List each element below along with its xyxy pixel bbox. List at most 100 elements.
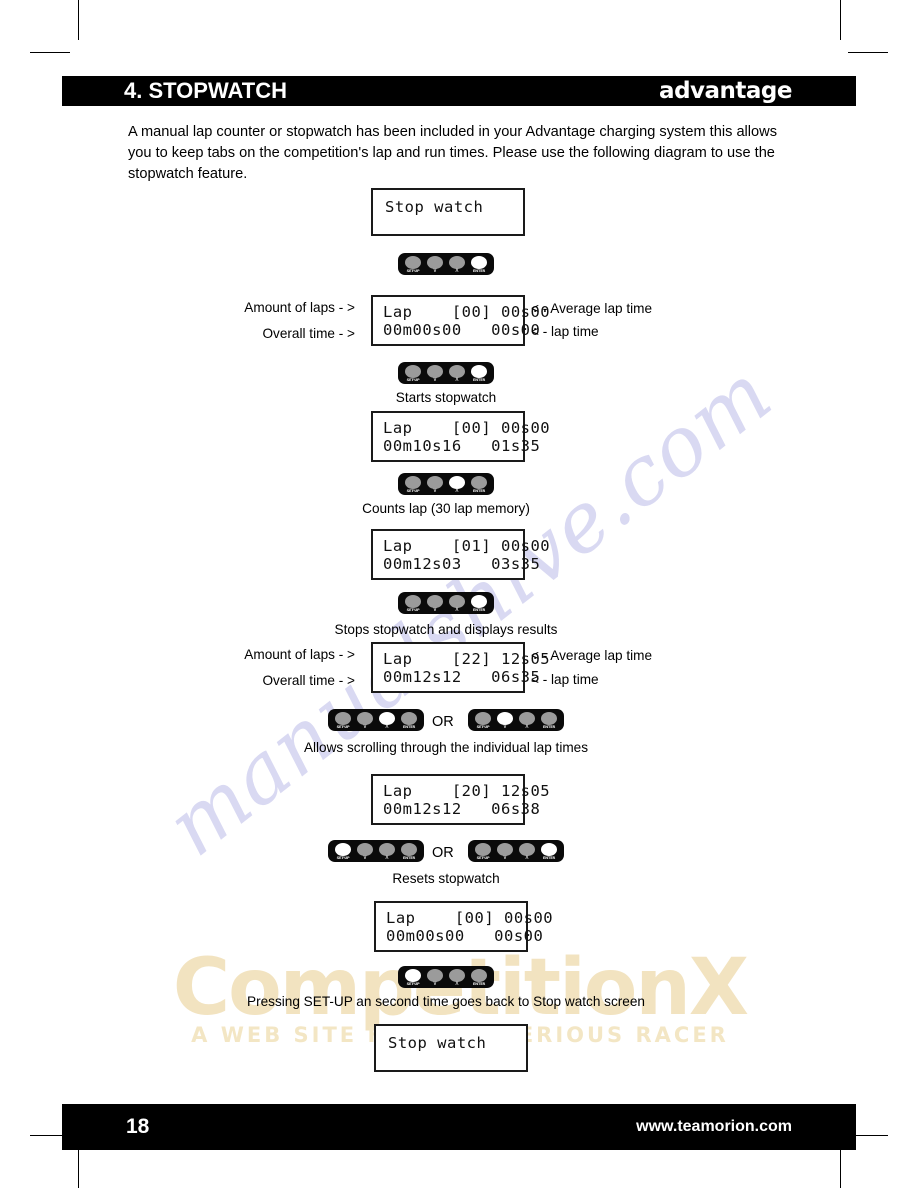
- lcd-screen-stopwatch-title-end: Stop watch: [374, 1024, 528, 1072]
- button-setup-cap: [405, 256, 421, 269]
- button-panel-1[interactable]: SET-UP ∨ ∧ ENTER: [398, 253, 494, 275]
- button-enter[interactable]: ENTER: [471, 256, 488, 274]
- button-down[interactable]: ∨: [427, 256, 444, 274]
- lcd-screen-running: Lap [00] 00s00 00m10s16 01s35: [371, 411, 550, 462]
- button-enter-label: ENTER: [472, 269, 486, 273]
- chevron-down-icon: ∨: [362, 855, 368, 861]
- button-down[interactable]: ∨: [427, 595, 444, 613]
- button-enter[interactable]: ENTER: [401, 843, 418, 861]
- button-panel-5a[interactable]: SET-UP ∨ ∧ ENTER: [328, 709, 424, 731]
- button-setup-cap: [335, 712, 351, 725]
- button-panel-3[interactable]: SET-UP ∨ ∧ ENTER: [398, 473, 494, 495]
- button-up[interactable]: ∧: [379, 712, 396, 730]
- button-panel-6a[interactable]: SET-UP ∨ ∧ ENTER: [328, 840, 424, 862]
- chevron-down-icon: ∨: [502, 855, 508, 861]
- button-setup[interactable]: SET-UP: [405, 969, 422, 987]
- button-setup-cap: [405, 969, 421, 982]
- annotation-average-lap-time-1: < - Average lap time: [531, 301, 653, 316]
- crop-mark-top-left-vertical: [78, 0, 79, 40]
- lcd-line-1: Stop watch: [388, 1034, 487, 1052]
- button-panel-4[interactable]: SET-UP ∨ ∧ ENTER: [398, 592, 494, 614]
- page-title: 4. STOPWATCH: [124, 78, 287, 103]
- chevron-down-icon: ∨: [502, 724, 508, 730]
- caption-allows-scrolling: Allows scrolling through the individual …: [303, 740, 589, 755]
- button-panel-7[interactable]: SET-UP ∨ ∧ ENTER: [398, 966, 494, 988]
- button-down[interactable]: ∨: [427, 969, 444, 987]
- button-setup[interactable]: SET-UP: [475, 843, 492, 861]
- button-enter-cap: [471, 595, 487, 608]
- button-setup-label: SET-UP: [406, 608, 420, 612]
- button-up[interactable]: ∧: [519, 843, 536, 861]
- button-enter-cap: [471, 365, 487, 378]
- button-setup[interactable]: SET-UP: [405, 595, 422, 613]
- chevron-up-icon: ∧: [454, 607, 460, 613]
- button-enter[interactable]: ENTER: [401, 712, 418, 730]
- lcd-line-2: 00m12s12 06s35: [383, 668, 541, 686]
- button-enter[interactable]: ENTER: [471, 365, 488, 383]
- lcd-line-2: 00m12s03 03s35: [383, 555, 541, 573]
- lcd-line-1: Lap [00] 00s00: [383, 303, 551, 321]
- button-up[interactable]: ∧: [449, 365, 466, 383]
- chevron-up-icon: ∧: [454, 488, 460, 494]
- button-setup[interactable]: SET-UP: [405, 476, 422, 494]
- annotation-average-lap-time-2: < - Average lap time: [531, 648, 653, 663]
- button-up[interactable]: ∧: [449, 595, 466, 613]
- button-enter[interactable]: ENTER: [471, 595, 488, 613]
- button-setup-cap: [405, 595, 421, 608]
- button-enter-label: ENTER: [542, 725, 556, 729]
- button-panel-2[interactable]: SET-UP ∨ ∧ ENTER: [398, 362, 494, 384]
- button-setup[interactable]: SET-UP: [335, 843, 352, 861]
- chevron-up-icon: ∧: [384, 724, 390, 730]
- button-setup-label: SET-UP: [476, 725, 490, 729]
- chevron-up-icon: ∧: [384, 855, 390, 861]
- chevron-up-icon: ∧: [454, 377, 460, 383]
- button-enter-cap: [401, 712, 417, 725]
- button-enter-label: ENTER: [542, 856, 556, 860]
- or-label-2: OR: [432, 845, 454, 861]
- or-label-1: OR: [432, 714, 454, 730]
- button-up[interactable]: ∧: [379, 843, 396, 861]
- button-enter[interactable]: ENTER: [541, 712, 558, 730]
- button-up[interactable]: ∧: [449, 969, 466, 987]
- button-enter-cap: [471, 969, 487, 982]
- crop-mark-top-right-horizontal: [848, 52, 888, 53]
- button-panel-6b[interactable]: SET-UP ∨ ∧ ENTER: [468, 840, 564, 862]
- button-down[interactable]: ∨: [357, 843, 374, 861]
- chevron-up-icon: ∧: [524, 855, 530, 861]
- button-enter[interactable]: ENTER: [471, 969, 488, 987]
- annotation-lap-time-2: < - lap time: [531, 672, 599, 687]
- manual-page: 4. STOPWATCH advantage A manual lap coun…: [0, 0, 918, 1188]
- button-setup[interactable]: SET-UP: [475, 712, 492, 730]
- crop-mark-bottom-right-horizontal: [848, 1135, 888, 1136]
- chevron-down-icon: ∨: [432, 268, 438, 274]
- lcd-line-2: 00m00s00 00s00: [386, 927, 544, 945]
- button-down[interactable]: ∨: [357, 712, 374, 730]
- caption-pressing-setup-again: Pressing SET-UP an second time goes back…: [247, 994, 645, 1009]
- crop-mark-top-right-vertical: [840, 0, 841, 40]
- button-down[interactable]: ∨: [427, 365, 444, 383]
- button-up[interactable]: ∧: [449, 256, 466, 274]
- button-enter[interactable]: ENTER: [471, 476, 488, 494]
- crop-mark-top-left-horizontal: [30, 52, 70, 53]
- button-enter-label: ENTER: [472, 489, 486, 493]
- lcd-line-2: 00m10s16 01s35: [383, 437, 541, 455]
- button-panel-5b[interactable]: SET-UP ∨ ∧ ENTER: [468, 709, 564, 731]
- lcd-line-2: 00m12s12 06s38: [383, 800, 541, 818]
- chevron-down-icon: ∨: [432, 607, 438, 613]
- button-up[interactable]: ∧: [519, 712, 536, 730]
- caption-resets-stopwatch: Resets stopwatch: [392, 871, 500, 886]
- button-enter[interactable]: ENTER: [541, 843, 558, 861]
- button-down[interactable]: ∨: [427, 476, 444, 494]
- lcd-screen-stopwatch-title: Stop watch: [371, 188, 525, 236]
- chevron-down-icon: ∨: [362, 724, 368, 730]
- lcd-line-1: Lap [01] 00s00: [383, 537, 551, 555]
- button-enter-label: ENTER: [472, 378, 486, 382]
- button-down[interactable]: ∨: [497, 712, 514, 730]
- button-setup-label: SET-UP: [406, 378, 420, 382]
- button-setup[interactable]: SET-UP: [335, 712, 352, 730]
- advantage-logo: advantage: [659, 78, 792, 104]
- button-up[interactable]: ∧: [449, 476, 466, 494]
- button-down[interactable]: ∨: [497, 843, 514, 861]
- button-setup[interactable]: SET-UP: [405, 256, 422, 274]
- button-setup[interactable]: SET-UP: [405, 365, 422, 383]
